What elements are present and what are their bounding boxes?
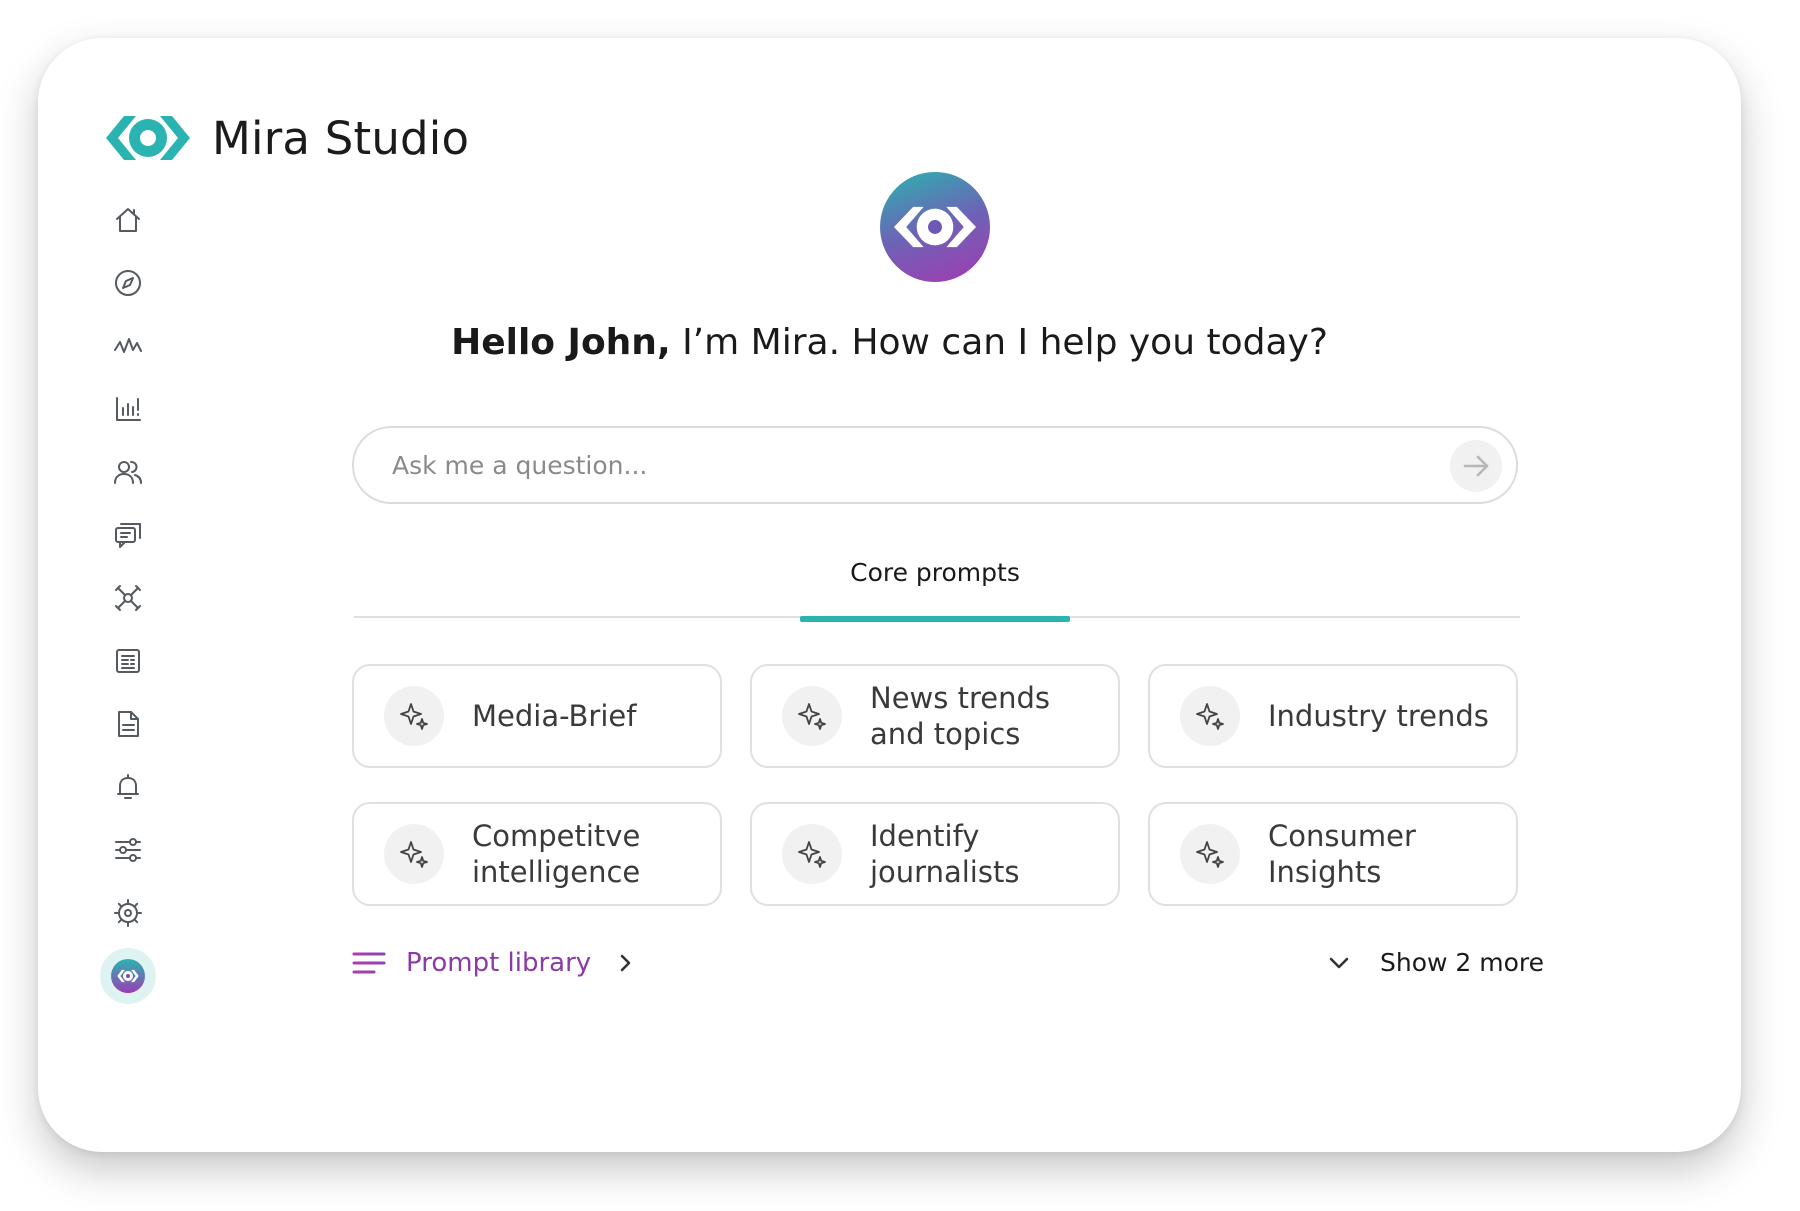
question-bar — [352, 426, 1518, 504]
prompt-card-industry-trends[interactable]: Industry trends — [1148, 664, 1518, 768]
sidebar-item-conversations[interactable] — [100, 503, 156, 566]
prompt-library-label: Prompt library — [406, 948, 592, 978]
prompt-label: Identify journalists — [870, 819, 1020, 889]
tab-core-prompts[interactable]: Core prompts — [800, 558, 1070, 622]
sidebar-item-settings[interactable] — [100, 881, 156, 944]
question-input[interactable] — [392, 442, 1392, 488]
prompt-card-news-trends[interactable]: News trends and topics — [750, 664, 1120, 768]
mira-eye-icon — [893, 206, 977, 248]
sidebar-item-news[interactable] — [100, 629, 156, 692]
greeting-text: Hello John, I’m Mira. How can I help you… — [38, 322, 1741, 363]
sparkle-icon — [782, 824, 842, 884]
sidebar-item-home[interactable] — [100, 188, 156, 251]
prompt-label: Industry trends — [1268, 699, 1489, 733]
sidebar — [100, 188, 156, 1004]
sidebar-item-alerts[interactable] — [100, 755, 156, 818]
home-icon — [116, 207, 140, 232]
sparkle-icon — [1180, 824, 1240, 884]
bell-icon — [117, 773, 139, 799]
sparkle-icon — [782, 686, 842, 746]
sidebar-item-filters[interactable] — [100, 818, 156, 881]
prompt-label: Media-Brief — [472, 699, 637, 733]
sparkle-icon — [1180, 686, 1240, 746]
bar-chart-icon — [116, 396, 141, 421]
newspaper-icon — [116, 648, 140, 673]
send-button[interactable] — [1450, 440, 1502, 492]
mira-logo-icon — [106, 116, 190, 160]
show-more-label: Show 2 more — [1380, 948, 1545, 977]
prompt-library-link[interactable]: Prompt library — [352, 948, 635, 978]
prompt-label: Consumer Insights — [1268, 819, 1416, 889]
greeting-message: I’m Mira. How can I help you today? — [670, 322, 1328, 363]
chevron-down-icon — [1329, 957, 1349, 968]
prompt-card-media-brief[interactable]: Media-Brief — [352, 664, 722, 768]
prompt-label: News trends and topics — [870, 681, 1050, 751]
sidebar-item-analytics[interactable] — [100, 377, 156, 440]
app-title: Mira Studio — [212, 111, 470, 165]
active-tab-indicator — [800, 616, 1070, 622]
chevron-right-icon — [620, 954, 631, 972]
tab-label: Core prompts — [850, 558, 1020, 587]
users-icon — [114, 460, 142, 484]
prompt-card-competitive-intelligence[interactable]: Competitve intelligence — [352, 802, 722, 906]
prompt-card-identify-journalists[interactable]: Identify journalists — [750, 802, 1120, 906]
main-window: Mira Studio Hello John, I’m Mira. How ca… — [38, 38, 1741, 1152]
sidebar-item-audience[interactable] — [100, 440, 156, 503]
sparkle-icon — [384, 824, 444, 884]
brand[interactable]: Mira Studio — [102, 108, 469, 168]
messages-icon — [115, 522, 141, 548]
sliders-icon — [115, 837, 141, 862]
mira-eye-icon — [117, 969, 139, 983]
sidebar-item-explore[interactable] — [100, 251, 156, 314]
network-icon — [115, 584, 141, 611]
show-more-button[interactable]: Show 2 more — [1326, 948, 1544, 977]
sparkle-icon — [384, 686, 444, 746]
mira-avatar-icon — [111, 959, 145, 993]
prompt-tabs: Core prompts — [354, 558, 1520, 622]
prompt-card-consumer-insights[interactable]: Consumer Insights — [1148, 802, 1518, 906]
compass-icon — [115, 269, 141, 296]
document-icon — [118, 710, 139, 737]
mira-hero-logo — [880, 172, 990, 282]
menu-lines-icon — [352, 952, 386, 974]
sidebar-item-mira[interactable] — [100, 948, 156, 1004]
prompt-label: Competitve intelligence — [472, 819, 641, 889]
settings-icon — [114, 898, 142, 927]
arrow-right-icon — [1463, 455, 1489, 477]
sidebar-item-network[interactable] — [100, 566, 156, 629]
greeting-name: Hello John, — [451, 322, 671, 363]
sidebar-item-reports[interactable] — [100, 692, 156, 755]
